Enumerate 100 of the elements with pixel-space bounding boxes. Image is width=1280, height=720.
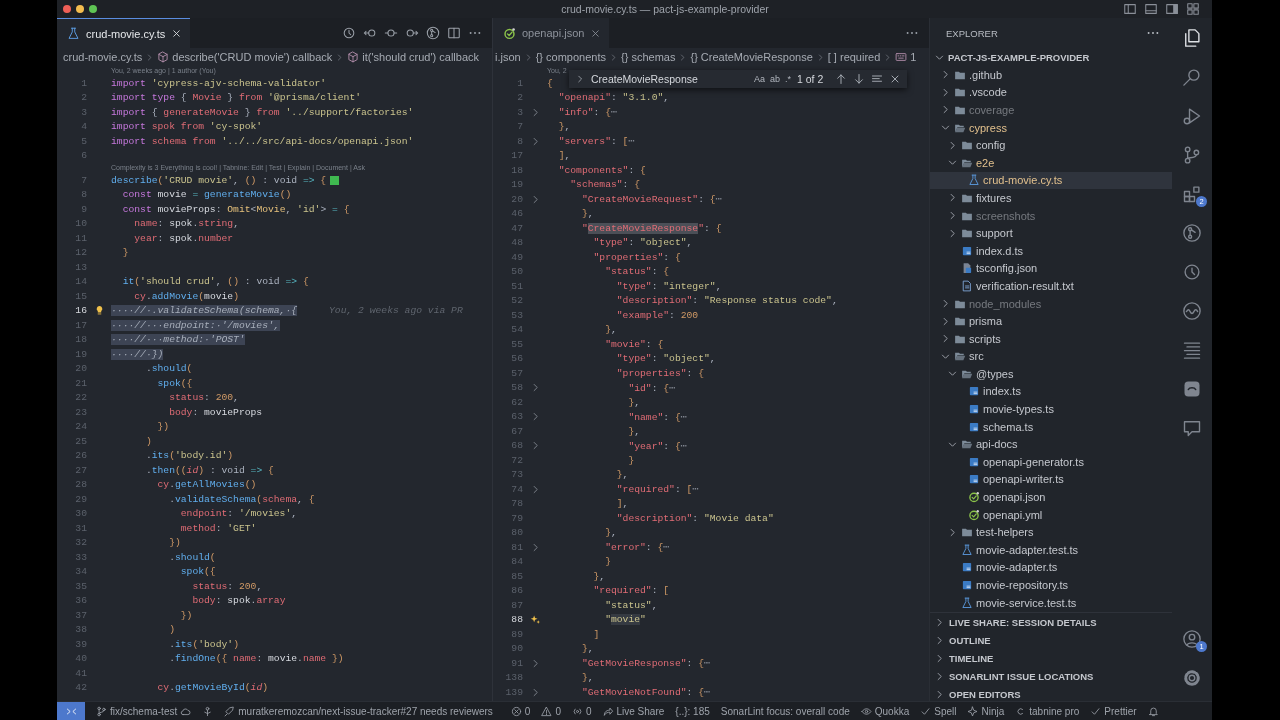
- tree-item[interactable]: openapi-generator.ts: [930, 453, 1172, 471]
- tree-item[interactable]: index.ts: [930, 382, 1172, 401]
- tree-item[interactable]: fixtures: [930, 189, 1172, 207]
- editor-tab[interactable]: crud-movie.cy.ts: [57, 18, 191, 48]
- chevron-right-icon[interactable]: [575, 74, 585, 84]
- close-button[interactable]: [63, 5, 71, 13]
- fork-icon[interactable]: [202, 705, 214, 717]
- circle-arrow-left-icon[interactable]: [363, 26, 377, 40]
- lines-icon[interactable]: [1182, 339, 1202, 360]
- chevron-right-icon[interactable]: [940, 69, 951, 81]
- chevron-right-icon[interactable]: [947, 227, 958, 239]
- close-icon[interactable]: [889, 73, 901, 85]
- status-item[interactable]: Spell: [920, 705, 957, 717]
- tree-item[interactable]: config: [930, 136, 1172, 154]
- panel-layout-icon[interactable]: [1144, 2, 1158, 16]
- sidebar-layout-icon[interactable]: [1165, 2, 1179, 16]
- status-item[interactable]: muratkeremozcan/next-issue-tracker#27 needs reviewers: [224, 705, 493, 717]
- section-header[interactable]: OPEN EDITORS: [930, 685, 1172, 703]
- chevron-right-icon[interactable]: [947, 210, 958, 222]
- layout-icon[interactable]: [1186, 2, 1200, 16]
- tree-item[interactable]: node_modules: [930, 294, 1172, 313]
- git-graph-icon[interactable]: [1182, 222, 1202, 243]
- tree-item[interactable]: cypress: [930, 118, 1172, 137]
- status-item[interactable]: {..}: 185: [675, 705, 710, 717]
- history-icon[interactable]: [342, 26, 356, 40]
- settings-icon[interactable]: [1182, 667, 1202, 688]
- source-control-icon[interactable]: [1182, 144, 1202, 165]
- tree-item[interactable]: schema.ts: [930, 417, 1172, 436]
- maximize-button[interactable]: [89, 5, 97, 13]
- chevron-right-icon[interactable]: [940, 298, 951, 309]
- close-icon[interactable]: [590, 27, 602, 39]
- chevron-right-icon[interactable]: [947, 192, 958, 204]
- tree-item[interactable]: support: [930, 224, 1172, 242]
- close-icon[interactable]: [171, 28, 183, 39]
- tree-item[interactable]: screenshots: [930, 206, 1172, 225]
- breadcrumb-item[interactable]: {} components: [535, 51, 607, 63]
- breadcrumb-item[interactable]: {} schemas: [621, 51, 676, 63]
- status-item[interactable]: SonarLint focus: overall code: [720, 705, 850, 717]
- tree-item[interactable]: crud-movie.cy.ts: [930, 171, 1172, 190]
- status-item[interactable]: 0: [510, 705, 531, 717]
- arrow-up-icon[interactable]: [835, 73, 847, 85]
- find-field[interactable]: CreateMovieResponse Aa ab .*: [591, 73, 791, 85]
- chevron-right-icon[interactable]: [940, 86, 951, 98]
- section-header[interactable]: TIMELINE: [930, 649, 1172, 667]
- status-item[interactable]: Prettier: [1090, 705, 1137, 717]
- tree-item[interactable]: verification-result.txt: [930, 277, 1172, 295]
- tree-item[interactable]: .vscode: [930, 83, 1172, 102]
- status-item[interactable]: Ninja: [967, 705, 1005, 717]
- arrow-down-icon[interactable]: [853, 73, 865, 85]
- breadcrumb-item[interactable]: [ ] required: [827, 51, 881, 63]
- tree-item[interactable]: index.d.ts: [930, 241, 1172, 260]
- circle-arrow-right-icon[interactable]: [405, 26, 419, 40]
- circle-icon[interactable]: [384, 26, 398, 40]
- sidebar-layout-icon[interactable]: [1123, 2, 1137, 16]
- tree-item[interactable]: .github: [930, 66, 1172, 84]
- section-header[interactable]: SONARLINT ISSUE LOCATIONS: [930, 667, 1172, 685]
- breadcrumb-item[interactable]: i.json: [495, 51, 521, 63]
- chevron-right-icon[interactable]: [947, 139, 958, 151]
- split-editor-icon[interactable]: [447, 26, 461, 40]
- status-item[interactable]: tabnine pro: [1015, 705, 1080, 717]
- chevron-right-icon[interactable]: [940, 333, 951, 345]
- tree-item[interactable]: coverage: [930, 101, 1172, 119]
- tree-item[interactable]: api-docs: [930, 435, 1172, 454]
- tree-item[interactable]: movie-adapter.ts: [930, 558, 1172, 577]
- status-item[interactable]: fix/schema-test: [96, 705, 192, 717]
- status-item[interactable]: 0: [571, 705, 592, 717]
- breadcrumb-item[interactable]: {} CreateMovieResponse: [690, 51, 813, 63]
- files-icon[interactable]: [1182, 27, 1202, 48]
- wave-icon[interactable]: [1182, 300, 1202, 321]
- chevron-right-icon[interactable]: [940, 104, 951, 116]
- extensions-icon[interactable]: [1182, 183, 1202, 204]
- tree-item[interactable]: movie-adapter.test.ts: [930, 541, 1172, 559]
- git-graph-icon[interactable]: [426, 26, 440, 40]
- breadcrumb-item[interactable]: it('should crud') callback: [347, 51, 480, 63]
- tree-item[interactable]: prisma: [930, 312, 1172, 330]
- find-option[interactable]: Aa: [753, 74, 765, 84]
- bell-icon[interactable]: [1147, 705, 1159, 717]
- section-header[interactable]: LIVE SHARE: SESSION DETAILS: [930, 613, 1172, 631]
- breadcrumb-item[interactable]: 1: [895, 51, 917, 63]
- sparkle-icon[interactable]: [529, 614, 541, 626]
- tree-item[interactable]: @types: [930, 365, 1172, 383]
- tree-item[interactable]: test-helpers: [930, 523, 1172, 542]
- chevron-right-icon[interactable]: [947, 526, 958, 538]
- tree-item[interactable]: openapi.json: [930, 488, 1172, 506]
- tree-item[interactable]: src: [930, 347, 1172, 366]
- tree-item[interactable]: openapi.yml: [930, 505, 1172, 524]
- tree-item[interactable]: openapi-writer.ts: [930, 470, 1172, 489]
- find-option[interactable]: ab: [769, 74, 780, 84]
- run-debug-icon[interactable]: [1182, 105, 1202, 126]
- minimize-button[interactable]: [76, 5, 84, 13]
- section-header[interactable]: OUTLINE: [930, 631, 1172, 649]
- tree-item[interactable]: scripts: [930, 329, 1172, 348]
- tree-item[interactable]: movie-types.ts: [930, 400, 1172, 418]
- find-option[interactable]: .*: [785, 74, 791, 84]
- lines-icon[interactable]: [871, 73, 883, 85]
- chevron-right-icon[interactable]: [940, 315, 951, 327]
- status-item[interactable]: Quokka: [860, 705, 910, 717]
- account-icon[interactable]: [1182, 628, 1202, 649]
- tree-item[interactable]: e2e: [930, 153, 1172, 172]
- tree-item[interactable]: movie-service.test.ts: [930, 593, 1172, 612]
